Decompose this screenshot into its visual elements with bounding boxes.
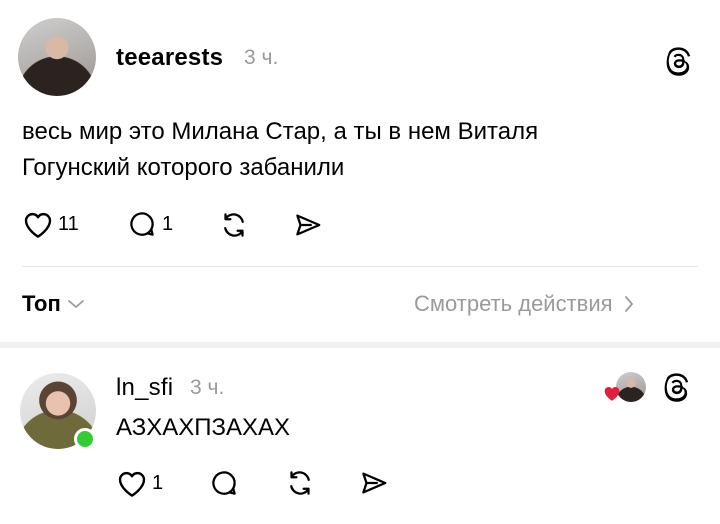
comment-icon xyxy=(126,209,158,239)
reply-button[interactable]: 1 xyxy=(126,209,173,239)
heart-filled-icon xyxy=(602,384,622,402)
chevron-down-icon xyxy=(67,297,85,311)
reply-threads-logo-icon[interactable] xyxy=(662,372,692,402)
online-status-dot xyxy=(74,428,96,450)
reply-repost-icon[interactable] xyxy=(284,468,316,498)
post-author-avatar[interactable] xyxy=(18,18,96,96)
reply-time: 3 ч. xyxy=(190,376,225,399)
like-count: 11 xyxy=(58,212,79,235)
repost-icon[interactable] xyxy=(218,210,250,240)
post-text: весь мир это Милана Стар, а ты в нем Вит… xyxy=(22,118,539,181)
section-divider xyxy=(0,342,720,348)
view-activity-label: Смотреть действия xyxy=(414,291,613,316)
post-author-username[interactable]: teearests xyxy=(116,44,223,72)
reply-share-icon[interactable] xyxy=(358,468,390,498)
post-time: 3 ч. xyxy=(244,46,279,69)
reply-like-count: 1 xyxy=(152,471,164,494)
sort-label: Топ xyxy=(22,291,61,316)
reply-like-button[interactable]: 1 xyxy=(116,468,163,498)
reply-text: АЗХАХПЗАХАХ xyxy=(116,414,291,441)
post-divider xyxy=(22,266,698,267)
reply-author-username[interactable]: ln_sfi xyxy=(116,374,173,402)
share-icon[interactable] xyxy=(292,210,324,240)
view-activity-link[interactable]: Смотреть действия xyxy=(414,291,635,317)
like-button[interactable]: 11 xyxy=(22,209,79,239)
heart-icon xyxy=(22,209,54,239)
reply-heart-icon xyxy=(116,468,148,498)
reply-comment-icon[interactable] xyxy=(208,468,240,498)
sort-dropdown[interactable]: Топ xyxy=(22,291,85,317)
liked-by-author-badge xyxy=(602,372,648,408)
threads-logo-icon[interactable] xyxy=(664,46,694,76)
reply-count: 1 xyxy=(162,212,174,235)
chevron-right-icon xyxy=(623,295,635,313)
